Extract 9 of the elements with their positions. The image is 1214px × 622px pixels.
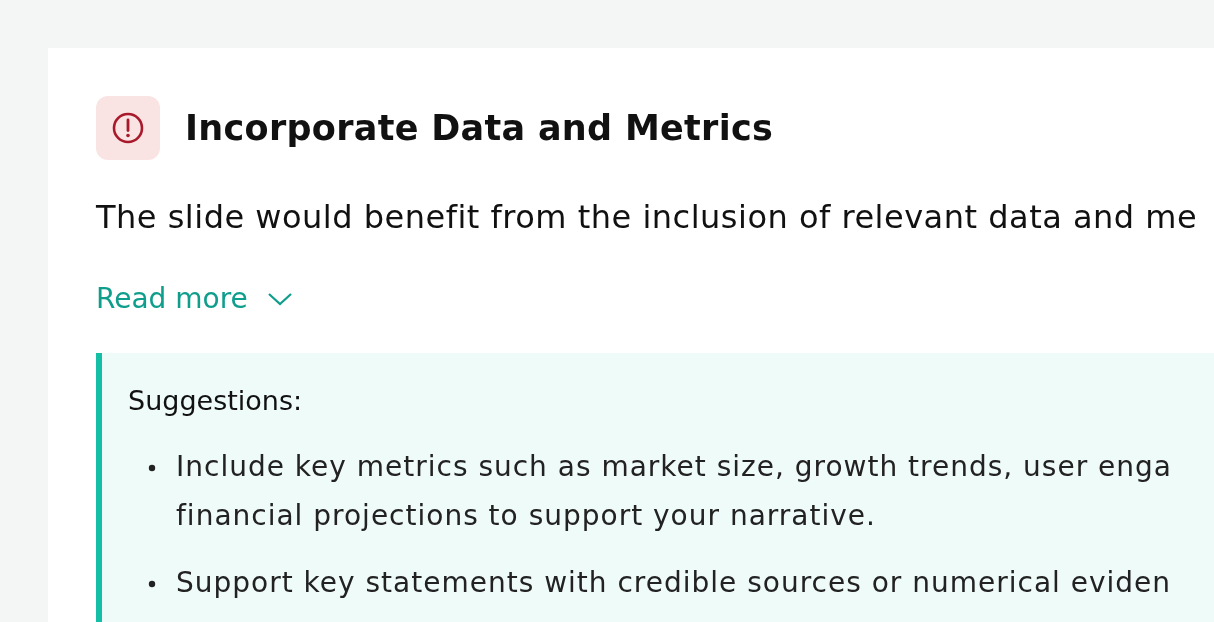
alert-icon bbox=[96, 96, 160, 160]
suggestion-text: Support key statements with credible sources or numerical eviden bbox=[176, 565, 1172, 601]
issue-description: The slide would benefit from the inclusion of relevant data and me bbox=[96, 198, 1199, 236]
bullet-icon bbox=[148, 464, 156, 472]
read-more-link[interactable]: Read more bbox=[96, 282, 294, 315]
suggestion-text: Include key metrics such as market size, growth trends, user enga financial projections to support your narrative. bbox=[176, 449, 1172, 534]
bullet-icon bbox=[148, 580, 156, 588]
suggestions-heading: Suggestions: bbox=[128, 385, 304, 416]
issue-title: Incorporate Data and Metrics bbox=[185, 108, 774, 148]
